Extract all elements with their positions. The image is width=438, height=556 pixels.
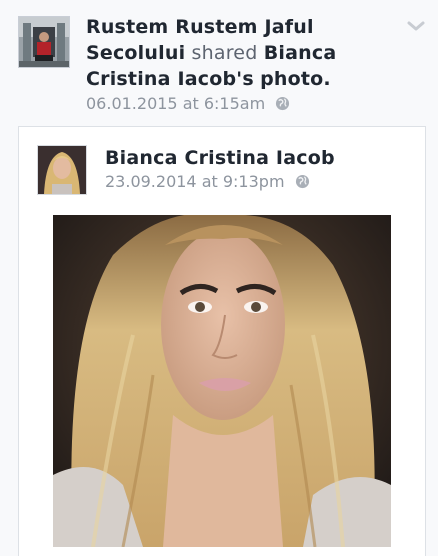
globe-icon	[275, 96, 290, 111]
shared-author-name-link[interactable]: Bianca Cristina Iacob	[105, 147, 335, 169]
post-header: Rustem Rustem Jaful Secolului shared Bia…	[86, 14, 406, 92]
share-verb: shared	[191, 42, 258, 64]
post-timestamp[interactable]: 06.01.2015 at 6:15am	[86, 94, 265, 113]
author-avatar[interactable]	[18, 16, 70, 68]
shared-photo[interactable]	[53, 215, 391, 547]
shared-timestamp[interactable]: 23.09.2014 at 9:13pm	[105, 172, 285, 191]
target-photo-link[interactable]: photo.	[260, 68, 331, 90]
shared-photo-card: Bianca Cristina Iacob 23.09.2014 at 9:13…	[18, 126, 426, 556]
feed-post: Rustem Rustem Jaful Secolului shared Bia…	[0, 0, 438, 556]
globe-icon	[295, 174, 310, 189]
shared-author-avatar[interactable]	[37, 145, 87, 195]
post-meta: 06.01.2015 at 6:15am	[86, 92, 290, 114]
shared-meta: 23.09.2014 at 9:13pm	[105, 170, 310, 192]
chevron-down-icon[interactable]	[406, 18, 426, 32]
